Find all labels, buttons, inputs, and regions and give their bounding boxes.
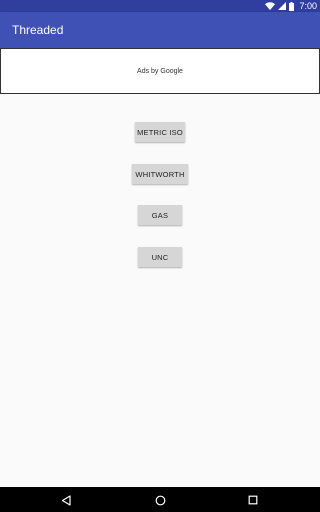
home-icon[interactable] — [152, 492, 168, 508]
app-title: Threaded — [12, 23, 64, 37]
wifi-icon — [265, 2, 276, 10]
navigation-bar — [0, 487, 320, 512]
status-bar: 7:00 — [0, 0, 320, 12]
back-icon[interactable] — [58, 492, 74, 508]
whitworth-button[interactable]: WHITWORTH — [132, 164, 188, 184]
app-bar: Threaded — [0, 12, 320, 48]
unc-button[interactable]: UNC — [138, 247, 182, 267]
ad-banner[interactable]: Ads by Google — [0, 48, 320, 94]
ad-label: Ads by Google — [137, 67, 183, 75]
gas-button[interactable]: GAS — [138, 205, 182, 225]
recents-icon[interactable] — [245, 492, 261, 508]
battery-icon — [289, 1, 295, 11]
metric-iso-button[interactable]: METRIC ISO — [135, 122, 185, 142]
signal-icon — [278, 2, 287, 10]
status-icons: 7:00 — [265, 0, 317, 12]
status-time: 7:00 — [299, 1, 317, 11]
